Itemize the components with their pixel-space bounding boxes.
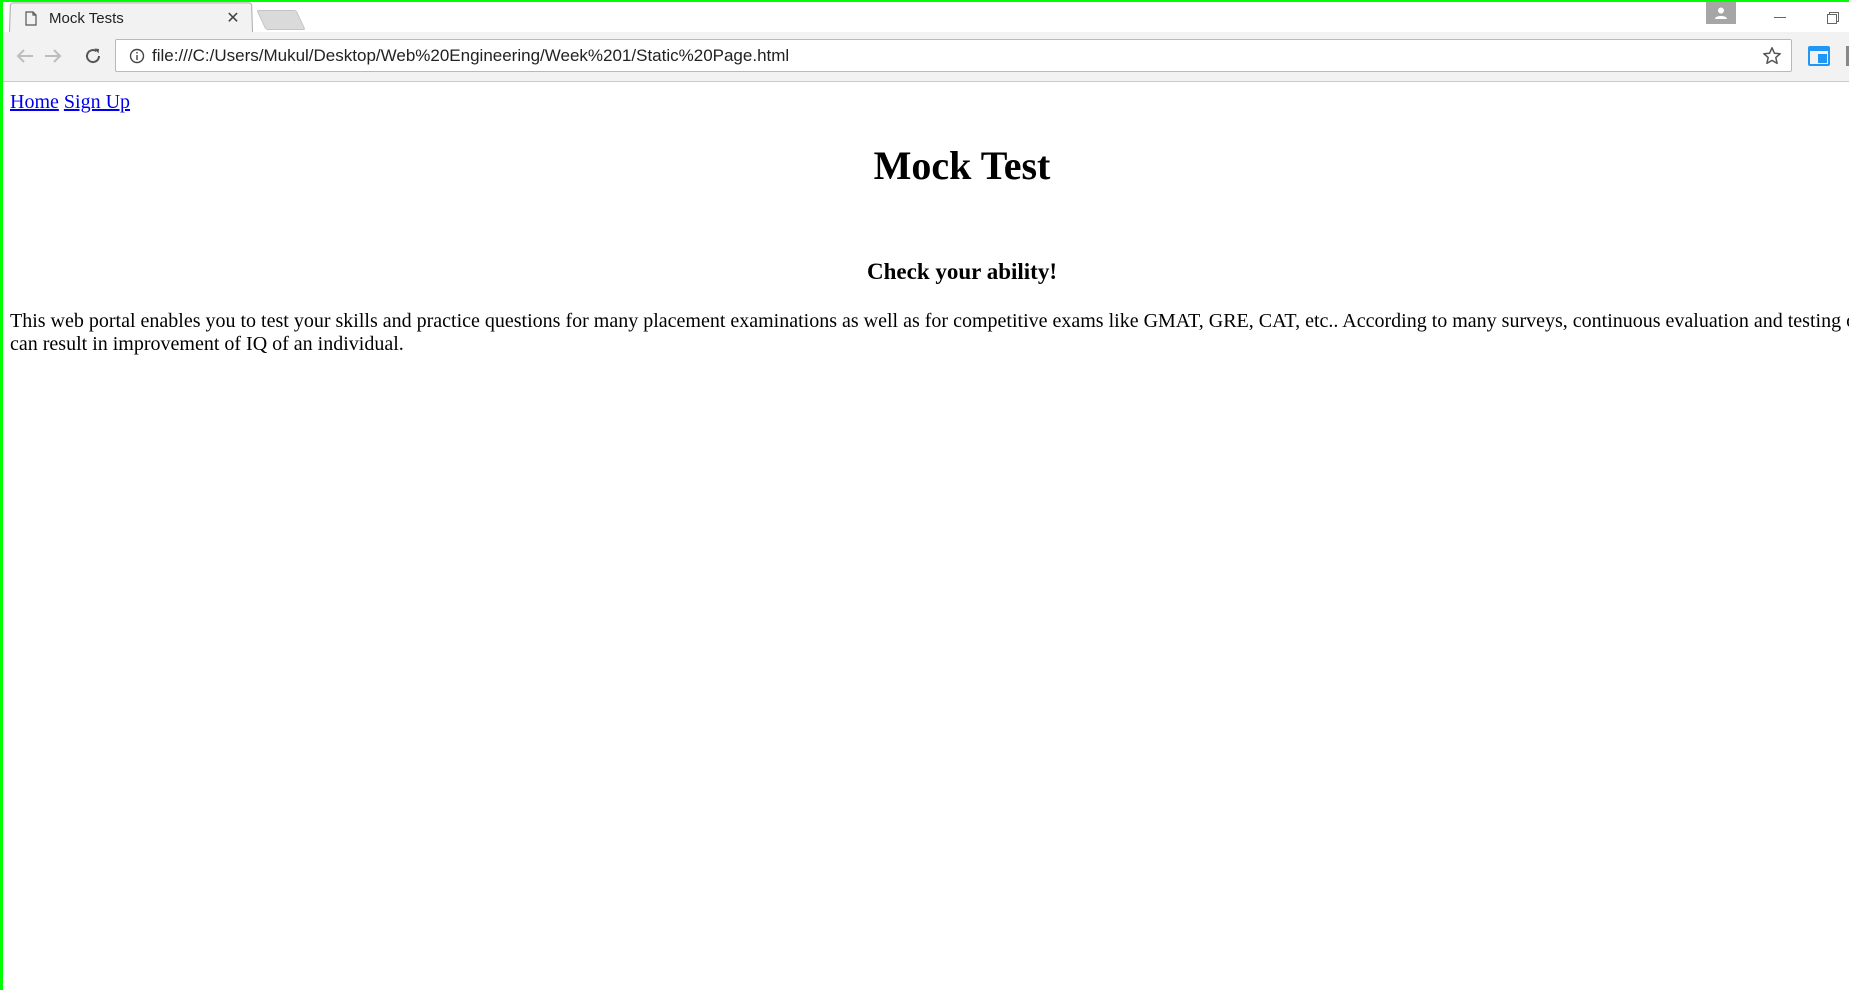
url-text[interactable]: file:///C:/Users/Mukul/Desktop/Web%20Eng… (152, 40, 789, 71)
extension-icon[interactable] (1807, 44, 1831, 68)
back-icon[interactable] (11, 42, 39, 70)
page-title: Mock Test (873, 143, 1051, 188)
new-tab-button[interactable] (256, 10, 306, 30)
web-page: Home Sign Up Mock Test Check your abilit… (3, 82, 1849, 990)
address-bar[interactable]: file:///C:/Users/Mukul/Desktop/Web%20Eng… (115, 39, 1792, 72)
page-subtitle: Check your ability! (867, 259, 1057, 284)
signup-link[interactable]: Sign Up (64, 91, 130, 113)
forward-icon[interactable] (39, 42, 67, 70)
minimize-icon[interactable] (1765, 6, 1795, 30)
info-icon[interactable] (128, 47, 146, 65)
profile-icon[interactable] (1706, 2, 1736, 24)
star-icon[interactable] (1761, 45, 1783, 67)
browser-toolbar: file:///C:/Users/Mukul/Desktop/Web%20Eng… (3, 32, 1849, 82)
tab-close-icon[interactable]: ✕ (223, 8, 243, 28)
home-link[interactable]: Home (10, 91, 59, 113)
intro-paragraph: This web portal enables you to test your… (10, 310, 1849, 355)
restore-icon[interactable] (1818, 6, 1848, 30)
tab-strip: Mock Tests ✕ (3, 2, 1849, 33)
tab-title: Mock Tests (49, 9, 124, 27)
nav-links: Home Sign Up (10, 91, 130, 114)
browser-tab-content: Mock Tests ✕ (25, 4, 245, 32)
reload-icon[interactable] (79, 42, 107, 70)
page-icon (25, 10, 37, 26)
